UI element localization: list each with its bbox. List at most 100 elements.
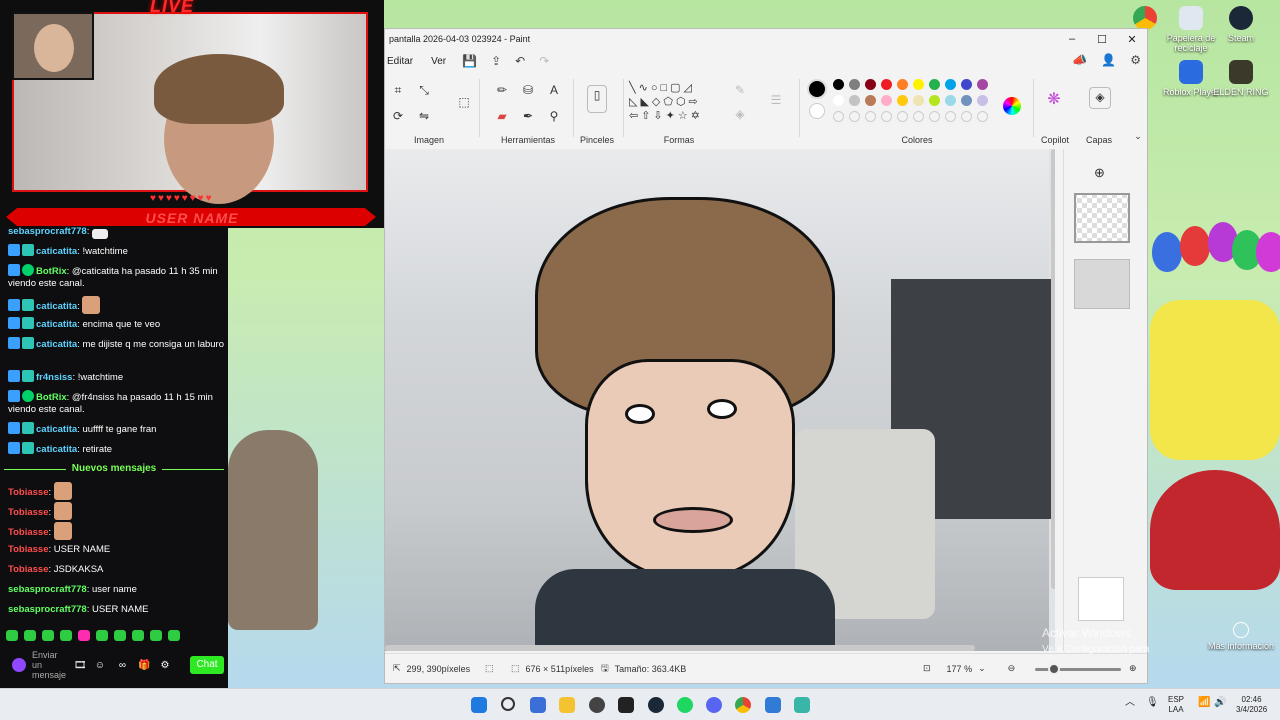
epic-games-icon[interactable]	[618, 697, 634, 713]
volume-icon[interactable]: 🔊	[1214, 698, 1226, 708]
empty-color-swatch[interactable]	[849, 111, 860, 122]
chat-username[interactable]: caticatita	[36, 246, 77, 257]
desktop-icon-elden-ring[interactable]: ELDEN RING	[1206, 60, 1276, 97]
color-swatch[interactable]	[945, 95, 956, 106]
minimize-button[interactable]: –	[1057, 29, 1087, 49]
outline-icon[interactable]: ✎	[731, 81, 749, 99]
chat-username[interactable]: sebasprocraft778	[8, 226, 87, 237]
close-button[interactable]: ✕	[1117, 29, 1147, 49]
fit-screen-icon[interactable]: ⊡	[923, 663, 931, 674]
tray-overflow-icon[interactable]: ︿	[1125, 698, 1135, 708]
save-icon[interactable]: 💾	[462, 54, 477, 68]
empty-color-swatch[interactable]	[929, 111, 940, 122]
chat-input[interactable]: Enviar un mensaje	[32, 650, 68, 680]
edit-colors-icon[interactable]	[1003, 97, 1021, 115]
start-icon[interactable]	[471, 697, 487, 713]
language-indicator[interactable]: ESP LAA	[1168, 695, 1184, 715]
empty-color-swatch[interactable]	[865, 111, 876, 122]
shape-size-icon[interactable]: ☰	[767, 91, 785, 109]
chat-username[interactable]: caticatita	[36, 319, 77, 330]
share-icon[interactable]: ⇪	[491, 54, 501, 68]
empty-color-swatch[interactable]	[833, 111, 844, 122]
color-swatch[interactable]	[897, 79, 908, 90]
task-view-icon[interactable]	[530, 697, 546, 713]
emote-button[interactable]	[78, 630, 90, 641]
chat-username[interactable]: BotRix	[36, 266, 67, 277]
more-info-widget[interactable]: Más información	[1206, 622, 1276, 651]
select-icon[interactable]: ⬚	[455, 93, 473, 111]
undo-icon[interactable]: ↶	[515, 54, 525, 68]
eraser-icon[interactable]: ▰	[493, 107, 511, 125]
color-swatch[interactable]	[929, 79, 940, 90]
copilot-icon[interactable]: ❋	[1045, 91, 1063, 109]
crop-icon[interactable]: ⌗	[389, 81, 407, 99]
chevron-down-icon[interactable]: ⌄	[1129, 127, 1147, 145]
add-layer-icon[interactable]: ⊕	[1094, 165, 1105, 181]
gift-icon[interactable]: 🎁	[138, 660, 150, 671]
settings-icon[interactable]: ⚙	[1130, 53, 1141, 67]
steam-taskbar-icon[interactable]	[648, 697, 664, 713]
magnifier-icon[interactable]: ⚲	[545, 107, 563, 125]
color-swatch[interactable]	[881, 79, 892, 90]
pencil-icon[interactable]: ✏	[493, 81, 511, 99]
chat-send-button[interactable]: Chat	[190, 656, 224, 674]
discord-icon[interactable]	[706, 697, 722, 713]
chat-username[interactable]: Tobiasse	[8, 544, 48, 555]
obs-icon[interactable]	[589, 697, 605, 713]
color-swatch[interactable]	[881, 95, 892, 106]
color-swatch[interactable]	[897, 95, 908, 106]
color-swatch[interactable]	[865, 95, 876, 106]
color-swatch[interactable]	[849, 79, 860, 90]
gif-icon[interactable]: 🎞	[74, 660, 87, 671]
desktop-icon-steam[interactable]: Steam	[1206, 6, 1276, 43]
chat-username[interactable]: Tobiasse	[8, 564, 48, 575]
search-icon[interactable]	[501, 697, 515, 711]
color-swatch[interactable]	[833, 79, 844, 90]
fill-icon[interactable]: ⛁	[519, 81, 537, 99]
menu-ver[interactable]: Ver	[429, 56, 448, 67]
layer-2-thumbnail[interactable]	[1074, 259, 1130, 309]
color-swatch[interactable]	[977, 95, 988, 106]
zoom-out-icon[interactable]: ⊖	[1008, 663, 1016, 674]
empty-color-swatch[interactable]	[913, 111, 924, 122]
empty-color-swatch[interactable]	[945, 111, 956, 122]
wifi-icon[interactable]: 📶	[1198, 698, 1210, 708]
layer-1-thumbnail[interactable]	[1074, 193, 1130, 243]
fill-shape-icon[interactable]: ◈	[731, 105, 749, 123]
resize-icon[interactable]: ⤡	[415, 81, 433, 99]
primary-color[interactable]	[807, 79, 827, 99]
vertical-scrollbar[interactable]	[1051, 149, 1055, 589]
zoom-slider-thumb[interactable]	[1048, 663, 1060, 675]
color-swatch[interactable]	[913, 95, 924, 106]
paint-taskbar-icon[interactable]	[794, 697, 810, 713]
color-swatch[interactable]	[945, 79, 956, 90]
color-swatch[interactable]	[849, 95, 860, 106]
empty-color-swatch[interactable]	[897, 111, 908, 122]
chat-username[interactable]: fr4nsiss	[36, 372, 72, 383]
emote-button[interactable]	[132, 630, 144, 641]
horizontal-scrollbar[interactable]	[385, 645, 975, 651]
chrome-taskbar-icon[interactable]	[735, 697, 751, 713]
rotate-icon[interactable]: ⟳	[389, 107, 407, 125]
chat-username[interactable]: sebasprocraft778	[8, 604, 87, 615]
photos-icon[interactable]	[765, 697, 781, 713]
color-swatch[interactable]	[913, 79, 924, 90]
color-picker-icon[interactable]: ✒	[519, 107, 537, 125]
color-swatch[interactable]	[929, 95, 940, 106]
empty-color-swatch[interactable]	[961, 111, 972, 122]
secondary-color[interactable]	[809, 103, 825, 119]
emote-button[interactable]	[60, 630, 72, 641]
empty-color-swatch[interactable]	[881, 111, 892, 122]
emote-button[interactable]	[6, 630, 18, 641]
emote-button[interactable]	[150, 630, 162, 641]
chat-username[interactable]: caticatita	[36, 444, 77, 455]
chat-username[interactable]: caticatita	[36, 424, 77, 435]
background-layer-thumbnail[interactable]	[1078, 577, 1124, 621]
zoom-level[interactable]: 177 %	[947, 664, 973, 674]
emote-button[interactable]	[42, 630, 54, 641]
text-icon[interactable]: A	[545, 81, 563, 99]
color-swatch[interactable]	[961, 79, 972, 90]
chat-username[interactable]: Tobiasse	[8, 507, 48, 518]
chat-username[interactable]: BotRix	[36, 392, 67, 403]
layers-icon[interactable]: ◈	[1089, 87, 1111, 109]
